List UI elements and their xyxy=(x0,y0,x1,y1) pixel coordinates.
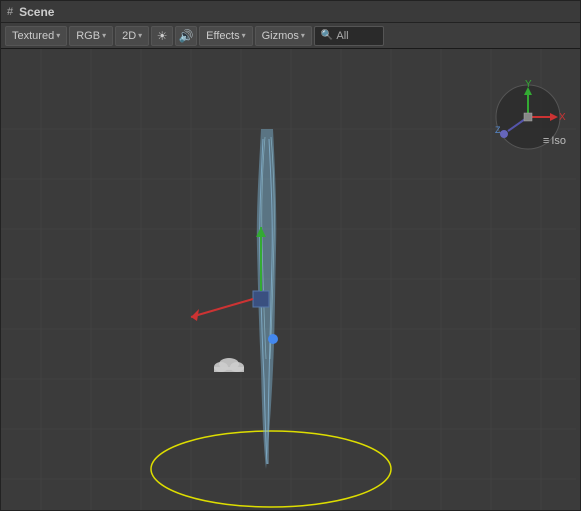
scene-icon: # xyxy=(7,6,13,18)
effects-label: Effects xyxy=(206,30,239,42)
color-mode-btn[interactable]: RGB ▾ xyxy=(69,26,113,46)
iso-text: Iso xyxy=(551,135,566,147)
svg-text:X: X xyxy=(559,112,566,123)
display-mode-btn[interactable]: Textured ▾ xyxy=(5,26,67,46)
transform-cube xyxy=(253,291,269,307)
blue-handle xyxy=(268,334,278,344)
scene-svg: Y X Z xyxy=(1,49,580,510)
svg-text:Y: Y xyxy=(525,79,532,90)
window-title: Scene xyxy=(19,5,54,19)
gizmos-arrow: ▾ xyxy=(301,31,305,40)
sun-icon: ☀ xyxy=(157,29,168,43)
toolbar: Textured ▾ RGB ▾ 2D ▾ ☀ 🔊 Effects ▾ Gizm… xyxy=(1,23,580,49)
search-placeholder: All xyxy=(336,30,348,42)
title-bar: # Scene xyxy=(1,1,580,23)
gizmos-btn[interactable]: Gizmos ▾ xyxy=(255,26,312,46)
scene-window: # Scene Textured ▾ RGB ▾ 2D ▾ ☀ 🔊 Effect… xyxy=(0,0,581,511)
audio-icon: 🔊 xyxy=(179,29,194,43)
audio-btn[interactable]: 🔊 xyxy=(175,26,197,46)
dimension-arrow: ▾ xyxy=(138,31,142,40)
iso-label: ≡ Iso xyxy=(543,135,566,147)
search-icon: 🔍 xyxy=(321,30,333,41)
color-mode-arrow: ▾ xyxy=(102,31,106,40)
display-mode-label: Textured xyxy=(12,30,54,42)
effects-arrow: ▾ xyxy=(242,31,246,40)
effects-btn[interactable]: Effects ▾ xyxy=(199,26,252,46)
search-box[interactable]: 🔍 All xyxy=(314,26,384,46)
sun-btn[interactable]: ☀ xyxy=(151,26,173,46)
svg-text:Z: Z xyxy=(495,125,501,135)
lines-icon: ≡ xyxy=(543,135,549,147)
selection-circle xyxy=(151,431,391,507)
gizmos-label: Gizmos xyxy=(262,30,299,42)
viewport[interactable]: Y X Z ≡ Iso xyxy=(1,49,580,510)
display-mode-arrow: ▾ xyxy=(56,31,60,40)
dimension-btn[interactable]: 2D ▾ xyxy=(115,26,149,46)
dimension-label: 2D xyxy=(122,30,136,42)
color-mode-label: RGB xyxy=(76,30,100,42)
